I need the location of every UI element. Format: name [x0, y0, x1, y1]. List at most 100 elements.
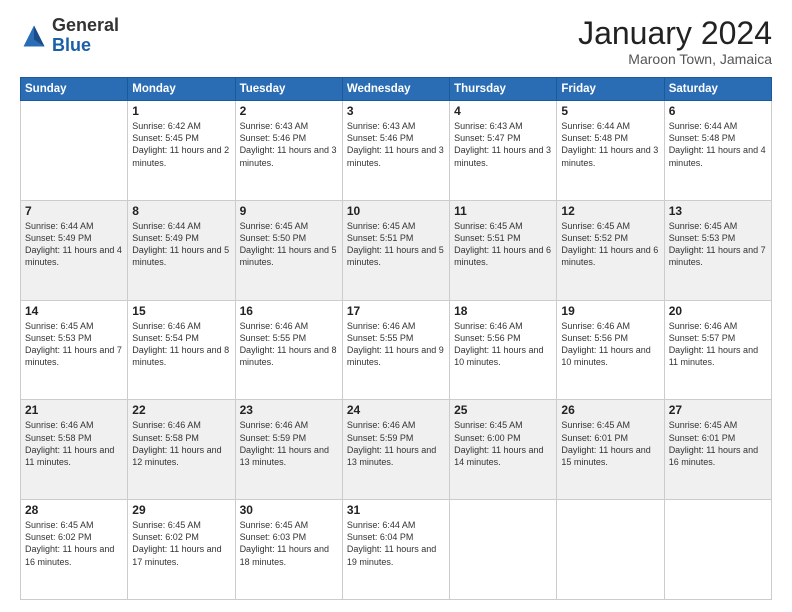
calendar-week-row: 14Sunrise: 6:45 AMSunset: 5:53 PMDayligh… [21, 300, 772, 400]
day-number: 6 [669, 104, 767, 118]
table-row: 18Sunrise: 6:46 AMSunset: 5:56 PMDayligh… [450, 300, 557, 400]
day-number: 15 [132, 304, 230, 318]
day-number: 13 [669, 204, 767, 218]
title-block: January 2024 Maroon Town, Jamaica [578, 16, 772, 67]
day-number: 22 [132, 403, 230, 417]
cell-info: Sunrise: 6:46 AMSunset: 5:55 PMDaylight:… [347, 320, 445, 369]
logo-blue: Blue [52, 35, 91, 55]
table-row: 2 Sunrise: 6:43 AMSunset: 5:46 PMDaylight… [235, 101, 342, 201]
day-number: 4 [454, 104, 552, 118]
day-number: 23 [240, 403, 338, 417]
cell-info: Sunrise: 6:46 AMSunset: 5:58 PMDaylight:… [132, 419, 230, 468]
day-number: 21 [25, 403, 123, 417]
day-number: 17 [347, 304, 445, 318]
table-row: 7 Sunrise: 6:44 AMSunset: 5:49 PMDaylight… [21, 200, 128, 300]
table-row: 23 Sunrise: 6:46 AMSunset: 5:59 PMDayligh… [235, 400, 342, 500]
table-row: 14Sunrise: 6:45 AMSunset: 5:53 PMDayligh… [21, 300, 128, 400]
table-row: 8Sunrise: 6:44 AMSunset: 5:49 PMDaylight… [128, 200, 235, 300]
table-row: 25 Sunrise: 6:45 AMSunset: 6:00 PMDayligh… [450, 400, 557, 500]
logo-icon [20, 22, 48, 50]
table-row: 31 Sunrise: 6:44 AMSunset: 6:04 PMDayligh… [342, 500, 449, 600]
table-row: 5 Sunrise: 6:44 AMSunset: 5:48 PMDaylight… [557, 101, 664, 201]
cell-info: Sunrise: 6:46 AMSunset: 5:58 PMDaylight:… [25, 419, 123, 468]
cell-info: Sunrise: 6:45 AMSunset: 5:53 PMDaylight:… [669, 220, 767, 269]
table-row: 20Sunrise: 6:46 AMSunset: 5:57 PMDayligh… [664, 300, 771, 400]
table-row: 4Sunrise: 6:43 AMSunset: 5:47 PMDaylight… [450, 101, 557, 201]
cell-info: Sunrise: 6:42 AMSunset: 5:45 PMDaylight:… [132, 120, 230, 169]
day-number: 27 [669, 403, 767, 417]
table-row: 12 Sunrise: 6:45 AMSunset: 5:52 PMDayligh… [557, 200, 664, 300]
calendar-week-row: 7 Sunrise: 6:44 AMSunset: 5:49 PMDaylight… [21, 200, 772, 300]
table-row: 17 Sunrise: 6:46 AMSunset: 5:55 PMDayligh… [342, 300, 449, 400]
day-number: 11 [454, 204, 552, 218]
cell-info: Sunrise: 6:45 AMSunset: 6:03 PMDaylight:… [240, 519, 338, 568]
header-friday: Friday [557, 78, 664, 101]
cell-info: Sunrise: 6:45 AMSunset: 6:01 PMDaylight:… [669, 419, 767, 468]
day-number: 25 [454, 403, 552, 417]
day-number: 26 [561, 403, 659, 417]
cell-info: Sunrise: 6:44 AMSunset: 5:48 PMDaylight:… [561, 120, 659, 169]
table-row [664, 500, 771, 600]
cell-info: Sunrise: 6:46 AMSunset: 5:59 PMDaylight:… [347, 419, 445, 468]
day-number: 3 [347, 104, 445, 118]
cell-info: Sunrise: 6:44 AMSunset: 6:04 PMDaylight:… [347, 519, 445, 568]
table-row: 9 Sunrise: 6:45 AMSunset: 5:50 PMDaylight… [235, 200, 342, 300]
day-number: 7 [25, 204, 123, 218]
calendar-table: Sunday Monday Tuesday Wednesday Thursday… [20, 77, 772, 600]
cell-info: Sunrise: 6:46 AMSunset: 5:56 PMDaylight:… [454, 320, 552, 369]
day-number: 30 [240, 503, 338, 517]
table-row: 16 Sunrise: 6:46 AMSunset: 5:55 PMDayligh… [235, 300, 342, 400]
header-thursday: Thursday [450, 78, 557, 101]
table-row: 26 Sunrise: 6:45 AMSunset: 6:01 PMDayligh… [557, 400, 664, 500]
header-monday: Monday [128, 78, 235, 101]
cell-info: Sunrise: 6:45 AMSunset: 6:00 PMDaylight:… [454, 419, 552, 468]
day-number: 2 [240, 104, 338, 118]
cell-info: Sunrise: 6:45 AMSunset: 6:01 PMDaylight:… [561, 419, 659, 468]
table-row: 10Sunrise: 6:45 AMSunset: 5:51 PMDayligh… [342, 200, 449, 300]
table-row: 22 Sunrise: 6:46 AMSunset: 5:58 PMDayligh… [128, 400, 235, 500]
table-row: 11 Sunrise: 6:45 AMSunset: 5:51 PMDayligh… [450, 200, 557, 300]
day-number: 5 [561, 104, 659, 118]
cell-info: Sunrise: 6:46 AMSunset: 5:56 PMDaylight:… [561, 320, 659, 369]
table-row [557, 500, 664, 600]
table-row: 21 Sunrise: 6:46 AMSunset: 5:58 PMDayligh… [21, 400, 128, 500]
day-number: 28 [25, 503, 123, 517]
cell-info: Sunrise: 6:43 AMSunset: 5:46 PMDaylight:… [240, 120, 338, 169]
cell-info: Sunrise: 6:46 AMSunset: 5:59 PMDaylight:… [240, 419, 338, 468]
table-row [450, 500, 557, 600]
logo: General Blue [20, 16, 119, 56]
cell-info: Sunrise: 6:45 AMSunset: 6:02 PMDaylight:… [25, 519, 123, 568]
table-row: 29Sunrise: 6:45 AMSunset: 6:02 PMDayligh… [128, 500, 235, 600]
day-number: 29 [132, 503, 230, 517]
table-row: 30 Sunrise: 6:45 AMSunset: 6:03 PMDayligh… [235, 500, 342, 600]
cell-info: Sunrise: 6:46 AMSunset: 5:57 PMDaylight:… [669, 320, 767, 369]
header-tuesday: Tuesday [235, 78, 342, 101]
header: General Blue January 2024 Maroon Town, J… [20, 16, 772, 67]
cell-info: Sunrise: 6:44 AMSunset: 5:49 PMDaylight:… [132, 220, 230, 269]
header-wednesday: Wednesday [342, 78, 449, 101]
cell-info: Sunrise: 6:45 AMSunset: 5:51 PMDaylight:… [454, 220, 552, 269]
calendar-week-row: 1Sunrise: 6:42 AMSunset: 5:45 PMDaylight… [21, 101, 772, 201]
cell-info: Sunrise: 6:45 AMSunset: 5:52 PMDaylight:… [561, 220, 659, 269]
table-row: 24 Sunrise: 6:46 AMSunset: 5:59 PMDayligh… [342, 400, 449, 500]
table-row: 15Sunrise: 6:46 AMSunset: 5:54 PMDayligh… [128, 300, 235, 400]
calendar-week-row: 21 Sunrise: 6:46 AMSunset: 5:58 PMDayligh… [21, 400, 772, 500]
cell-info: Sunrise: 6:44 AMSunset: 5:48 PMDaylight:… [669, 120, 767, 169]
table-row: 3Sunrise: 6:43 AMSunset: 5:46 PMDaylight… [342, 101, 449, 201]
logo-text: General Blue [52, 16, 119, 56]
cell-info: Sunrise: 6:46 AMSunset: 5:55 PMDaylight:… [240, 320, 338, 369]
day-number: 9 [240, 204, 338, 218]
header-saturday: Saturday [664, 78, 771, 101]
day-number: 31 [347, 503, 445, 517]
day-number: 10 [347, 204, 445, 218]
page: General Blue January 2024 Maroon Town, J… [0, 0, 792, 612]
cell-info: Sunrise: 6:44 AMSunset: 5:49 PMDaylight:… [25, 220, 123, 269]
day-number: 24 [347, 403, 445, 417]
table-row: 28 Sunrise: 6:45 AMSunset: 6:02 PMDayligh… [21, 500, 128, 600]
day-number: 12 [561, 204, 659, 218]
cell-info: Sunrise: 6:45 AMSunset: 5:53 PMDaylight:… [25, 320, 123, 369]
table-row: 1Sunrise: 6:42 AMSunset: 5:45 PMDaylight… [128, 101, 235, 201]
day-number: 16 [240, 304, 338, 318]
cell-info: Sunrise: 6:45 AMSunset: 5:50 PMDaylight:… [240, 220, 338, 269]
day-number: 19 [561, 304, 659, 318]
